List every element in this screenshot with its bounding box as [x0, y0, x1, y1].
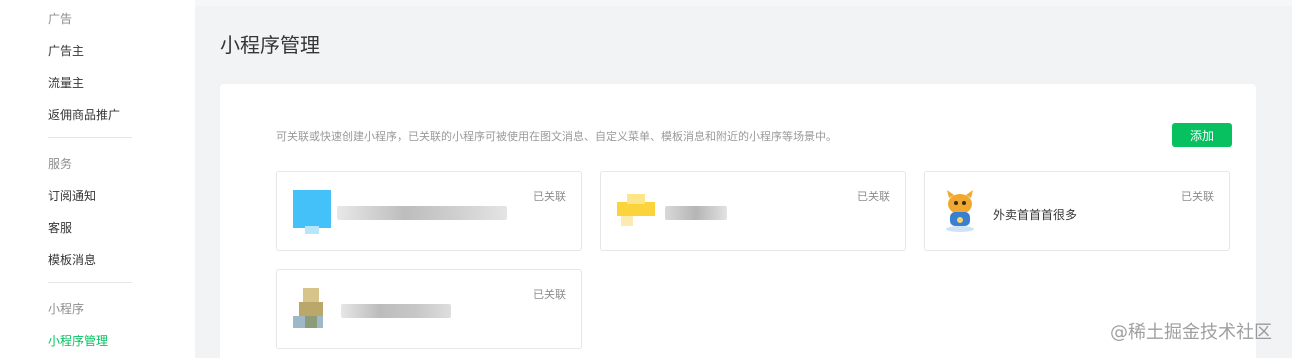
sidebar: 广告 广告主 流量主 返佣商品推广 服务 订阅通知 客服 模板消息 小程序 小程…	[0, 0, 195, 358]
sidebar-section-service: 服务	[48, 157, 73, 171]
miniprogram-panel: 可关联或快速创建小程序，已关联的小程序可被使用在图文消息、自定义菜单、模板消息和…	[220, 84, 1256, 358]
avatar-block	[303, 288, 319, 302]
add-button[interactable]: 添加	[1172, 123, 1232, 147]
sidebar-item-template-message[interactable]: 模板消息	[48, 251, 96, 268]
blurred-miniprogram-name	[341, 304, 451, 318]
main-content: 小程序管理 可关联或快速创建小程序，已关联的小程序可被使用在图文消息、自定义菜单…	[195, 0, 1292, 358]
miniprogram-avatar	[941, 190, 979, 234]
avatar-block	[305, 226, 319, 234]
miniprogram-name: 外卖首首首很多	[993, 208, 1078, 222]
sidebar-divider	[48, 137, 132, 138]
avatar-block	[627, 194, 645, 204]
miniprogram-card[interactable]: 已关联	[276, 269, 582, 349]
miniprogram-avatar	[617, 190, 655, 234]
sidebar-divider	[48, 282, 132, 283]
sidebar-item-advertiser[interactable]: 广告主	[48, 42, 84, 59]
sidebar-section-ad: 广告	[48, 12, 73, 26]
page-title: 小程序管理	[220, 33, 320, 57]
avatar-block	[305, 316, 317, 328]
sidebar-item-miniprogram-manage[interactable]: 小程序管理	[48, 332, 108, 349]
mascot-icon	[946, 190, 974, 232]
miniprogram-card[interactable]: 已关联	[276, 171, 582, 251]
link-status: 已关联	[533, 288, 566, 301]
blurred-miniprogram-name	[337, 206, 507, 220]
avatar-block	[617, 202, 655, 216]
sidebar-item-customer-service[interactable]: 客服	[48, 219, 72, 236]
miniprogram-avatar	[293, 288, 331, 332]
blurred-miniprogram-name	[665, 206, 727, 220]
sidebar-item-subscribe-notice[interactable]: 订阅通知	[48, 187, 96, 204]
avatar-block	[621, 216, 633, 226]
link-status: 已关联	[857, 190, 890, 203]
miniprogram-card[interactable]: 已关联	[600, 171, 906, 251]
sidebar-item-publisher[interactable]: 流量主	[48, 74, 84, 91]
avatar-block	[299, 302, 323, 316]
panel-description: 可关联或快速创建小程序，已关联的小程序可被使用在图文消息、自定义菜单、模板消息和…	[276, 130, 837, 143]
avatar-block	[293, 190, 331, 228]
watermark: @稀土掘金技术社区	[1110, 322, 1272, 343]
miniprogram-avatar	[293, 190, 331, 234]
sidebar-section-miniprogram: 小程序	[48, 302, 85, 316]
link-status: 已关联	[533, 190, 566, 203]
sidebar-item-rebate-promotion[interactable]: 返佣商品推广	[48, 106, 120, 123]
link-status: 已关联	[1181, 190, 1214, 203]
top-strip	[195, 0, 1292, 6]
miniprogram-card[interactable]: 外卖首首首很多 已关联	[924, 171, 1230, 251]
